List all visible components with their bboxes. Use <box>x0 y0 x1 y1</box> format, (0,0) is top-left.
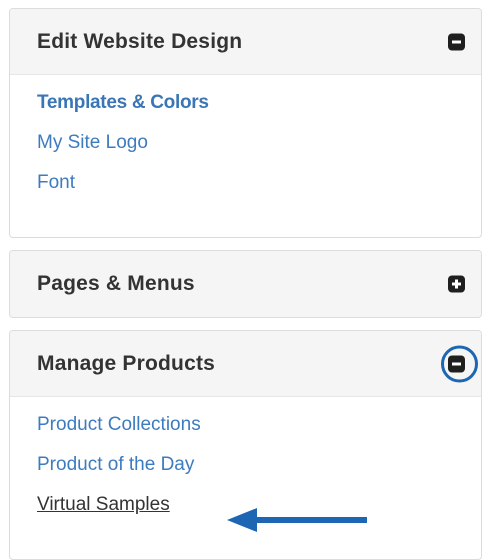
left-arrow-icon <box>227 508 367 532</box>
panel-header-pages-menus[interactable]: Pages & Menus <box>10 251 481 317</box>
panel-body-edit-website-design: Templates & Colors My Site Logo Font <box>10 75 481 203</box>
panel-header-manage-products[interactable]: Manage Products <box>10 331 481 397</box>
panel-title: Pages & Menus <box>37 272 195 295</box>
link-virtual-samples[interactable]: Virtual Samples <box>37 485 170 525</box>
link-my-site-logo[interactable]: My Site Logo <box>37 123 481 163</box>
plus-square-icon[interactable] <box>448 275 465 293</box>
panel-title: Manage Products <box>37 351 216 375</box>
link-product-of-the-day[interactable]: Product of the Day <box>37 445 481 485</box>
highlight-circle-icon <box>441 345 478 382</box>
panel-title: Edit Website Design <box>37 29 243 53</box>
panel-pages-menus: Pages & Menus <box>9 250 482 318</box>
panel-edit-website-design: Edit Website Design Templates & Colors M… <box>9 8 482 238</box>
minus-square-icon[interactable] <box>448 33 465 50</box>
panel-header-edit-website-design[interactable]: Edit Website Design <box>10 9 481 75</box>
link-product-collections[interactable]: Product Collections <box>37 405 481 445</box>
link-font[interactable]: Font <box>37 163 481 203</box>
link-templates-colors[interactable]: Templates & Colors <box>37 83 481 123</box>
